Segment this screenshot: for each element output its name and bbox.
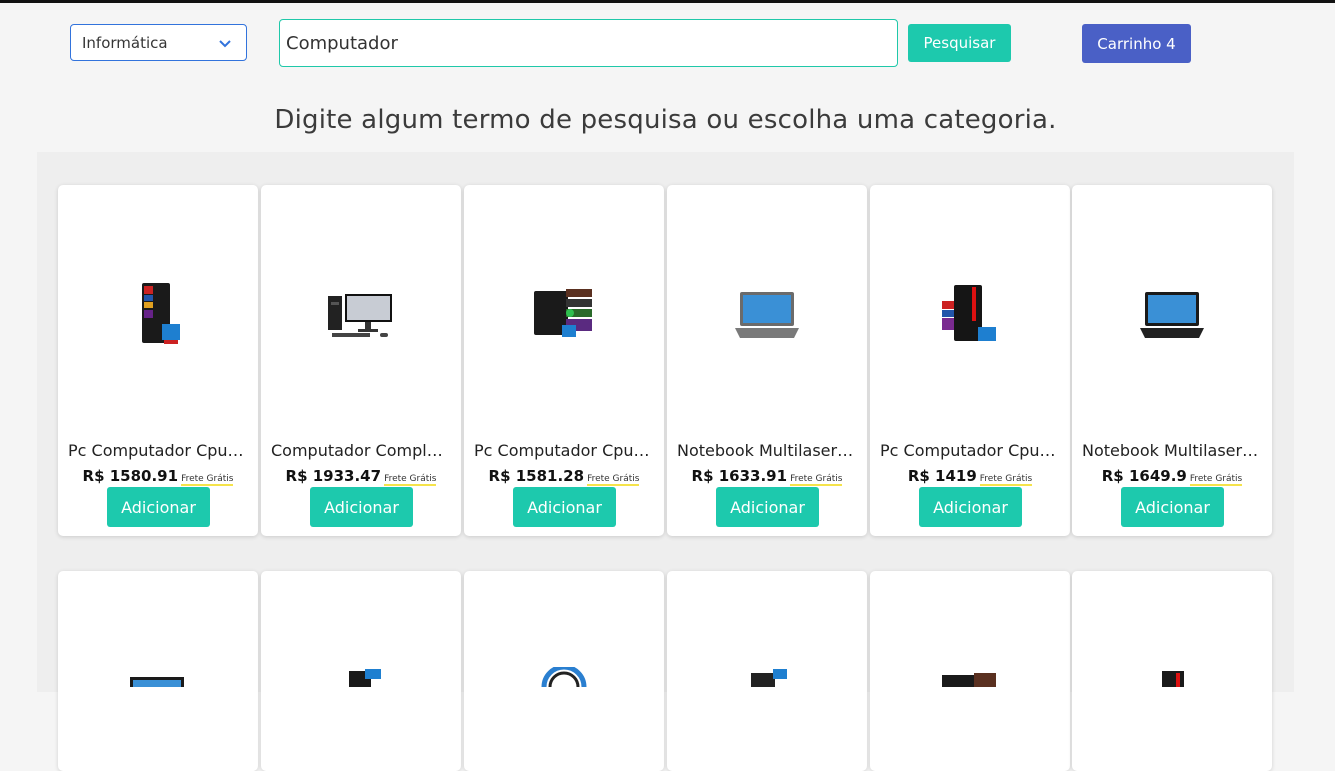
product-card: Computador Completo Monitor R$ 1933.47Fr… (261, 185, 461, 536)
product-card (1072, 571, 1272, 771)
product-card: Pc Computador Cpu Core i7 R$ 1419Frete G… (870, 185, 1070, 536)
category-select-value: Informática (82, 33, 168, 52)
cart-button[interactable]: Carrinho 4 (1082, 24, 1191, 63)
tower-pc-red-icon (870, 185, 1070, 445)
free-shipping-badge: Frete Grátis (790, 474, 843, 486)
product-price: R$ 1581.28 (488, 467, 585, 485)
product-card (870, 571, 1070, 771)
search-input-value: Computador (286, 32, 398, 54)
product-price: R$ 1419 (907, 467, 977, 485)
product-title[interactable]: Pc Computador Cpu Intel Core i3 (474, 441, 654, 460)
product-price: R$ 1580.91 (82, 467, 179, 485)
add-to-cart-button[interactable]: Adicionar (716, 487, 819, 527)
free-shipping-badge: Frete Grátis (181, 474, 234, 486)
add-to-cart-button[interactable]: Adicionar (513, 487, 616, 527)
laptop-black-icon (1072, 185, 1272, 445)
search-input[interactable]: Computador (279, 19, 898, 67)
product-price: R$ 1633.91 (691, 467, 788, 485)
free-shipping-badge: Frete Grátis (979, 474, 1033, 486)
product-title[interactable]: Notebook Multilaser Legacy Book (1082, 441, 1262, 460)
product-title[interactable]: Pc Computador Cpu Intel Core i5 (68, 441, 248, 460)
free-shipping-badge: Frete Grátis (587, 474, 640, 486)
product-card (464, 571, 664, 771)
page-heading: Digite algum termo de pesquisa ou escolh… (274, 105, 1057, 135)
product-card: Notebook Multilaser Legacy Book R$ 1649.… (1072, 185, 1272, 536)
add-to-cart-button[interactable]: Adicionar (919, 487, 1022, 527)
top-toolbar: Informática Computador Pesquisar Carrinh… (0, 19, 1335, 69)
laptop-black-icon (130, 677, 184, 687)
tower-pc-icon (464, 185, 664, 445)
product-price: R$ 1649.9 (1101, 467, 1187, 485)
product-card: Notebook Multilaser Legacy R$ 1633.91Fre… (667, 185, 867, 536)
category-select[interactable]: Informática (70, 24, 247, 61)
chevron-down-icon (219, 40, 231, 48)
product-card: Pc Computador Cpu Intel Core i5 R$ 1580.… (58, 185, 258, 536)
product-card: Pc Computador Cpu Intel Core i3 R$ 1581.… (464, 185, 664, 536)
products-panel: Pc Computador Cpu Intel Core i5 R$ 1580.… (37, 152, 1294, 771)
product-card (261, 571, 461, 771)
tower-pc-icon (942, 673, 996, 687)
add-to-cart-button[interactable]: Adicionar (310, 487, 413, 527)
add-to-cart-button[interactable]: Adicionar (1121, 487, 1224, 527)
product-title[interactable]: Notebook Multilaser Legacy (677, 441, 857, 460)
product-price: R$ 1933.47 (285, 467, 382, 485)
product-card (58, 571, 258, 771)
add-to-cart-button[interactable]: Adicionar (107, 487, 210, 527)
tower-pc-red-icon (1162, 671, 1184, 687)
product-card (667, 571, 867, 771)
search-button[interactable]: Pesquisar (908, 24, 1011, 62)
laptop-gray-icon (667, 185, 867, 445)
product-title[interactable]: Pc Computador Cpu Core i7 (880, 441, 1060, 460)
free-shipping-badge: Frete Grátis (384, 474, 437, 486)
tower-pc-icon (349, 669, 381, 687)
free-shipping-badge: Frete Grátis (1189, 474, 1243, 486)
tower-pc-icon (58, 185, 258, 445)
desktop-set-icon (261, 185, 461, 445)
product-title[interactable]: Computador Completo Monitor (271, 441, 451, 460)
tower-pc-icon (751, 669, 787, 687)
headset-icon (541, 667, 587, 687)
